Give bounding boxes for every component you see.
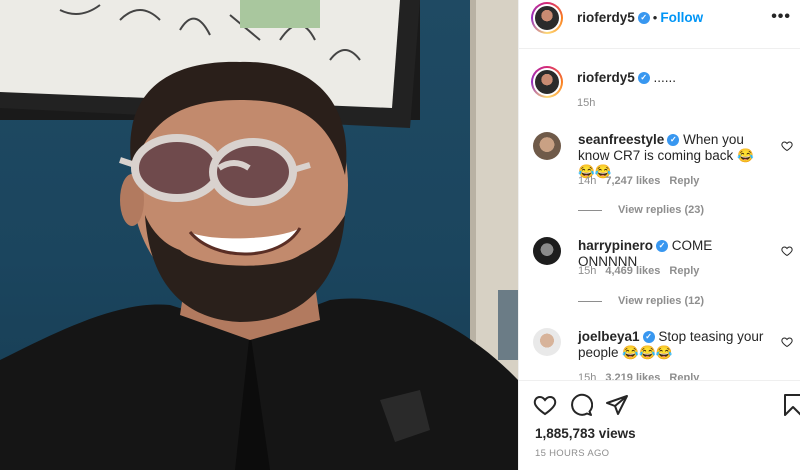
comment-item: seanfreestyle ✓ When you know CR7 is comi… xyxy=(519,128,800,220)
post-action-bar: 1,885,783 views 15 HOURS AGO xyxy=(519,380,800,470)
verified-badge-icon: ✓ xyxy=(656,240,669,253)
post-video[interactable] xyxy=(0,0,518,470)
author-avatar[interactable] xyxy=(531,2,563,34)
video-frame-illustration xyxy=(0,0,518,470)
heart-icon[interactable] xyxy=(781,245,793,257)
reply-button[interactable]: Reply xyxy=(669,265,699,277)
caption-line: rioferdy5 ✓ ...... xyxy=(577,70,676,85)
replies-line xyxy=(578,300,602,302)
verified-badge-icon: ✓ xyxy=(667,134,680,147)
comment-meta: 15h 4,469 likes Reply xyxy=(578,265,708,277)
author-username[interactable]: rioferdy5 xyxy=(577,10,635,25)
comment-item: harrypinero ✓ COME ONNNNN 15h 4,469 likes R… xyxy=(519,235,800,315)
commenter-username[interactable]: harrypinero xyxy=(578,238,653,253)
verified-badge-icon: ✓ xyxy=(642,331,655,344)
post-sidebar: rioferdy5 ✓ • Follow ••• rioferdy5 ✓ ...... … xyxy=(518,0,800,470)
reply-button[interactable]: Reply xyxy=(669,372,699,380)
reply-button[interactable]: Reply xyxy=(669,175,699,187)
view-replies-button[interactable]: View replies (12) xyxy=(578,295,704,307)
separator-dot: • xyxy=(652,10,658,25)
commenter-avatar[interactable] xyxy=(533,132,561,160)
caption-text: ...... xyxy=(653,70,677,85)
comment-likes[interactable]: 3,219 likes xyxy=(605,372,660,380)
heart-icon[interactable] xyxy=(781,140,793,152)
heart-icon[interactable] xyxy=(533,393,557,417)
caption-time: 15h xyxy=(577,97,596,109)
comment-icon[interactable] xyxy=(569,393,593,417)
verified-badge-icon: ✓ xyxy=(637,72,650,85)
comment-meta: 15h 3,219 likes Reply xyxy=(578,372,708,380)
view-replies-button[interactable]: View replies (23) xyxy=(578,204,704,216)
author-line: rioferdy5 ✓ • Follow xyxy=(577,9,703,27)
commenter-username[interactable]: seanfreestyle xyxy=(578,132,664,147)
comment-body: joelbeya1 ✓ Stop teasing your people 😂😂😂 xyxy=(578,329,770,361)
replies-line xyxy=(578,209,602,211)
comments-clip: joelbeya1 ✓ Stop teasing your people 😂😂😂 … xyxy=(519,320,800,380)
comment-likes[interactable]: 7,247 likes xyxy=(605,175,660,187)
post-header: rioferdy5 ✓ • Follow ••• xyxy=(519,0,800,36)
post-timestamp[interactable]: 15 HOURS AGO xyxy=(535,448,609,459)
share-icon[interactable] xyxy=(605,393,629,417)
comment-likes[interactable]: 4,469 likes xyxy=(605,265,660,277)
commenter-username[interactable]: joelbeya1 xyxy=(578,329,640,344)
commenter-avatar[interactable] xyxy=(533,237,561,265)
view-replies-label: View replies (12) xyxy=(618,295,705,307)
comment-body: seanfreestyle ✓ When you know CR7 is comi… xyxy=(578,132,770,180)
verified-badge-icon: ✓ xyxy=(637,11,650,24)
caption-author-avatar[interactable] xyxy=(531,66,563,98)
heart-icon[interactable] xyxy=(781,336,793,348)
comment-meta: 14h 7,247 likes Reply xyxy=(578,175,708,187)
follow-button[interactable]: Follow xyxy=(660,10,703,25)
comment-time: 15h xyxy=(578,265,597,277)
caption-author-username[interactable]: rioferdy5 xyxy=(577,70,635,85)
comment-item: joelbeya1 ✓ Stop teasing your people 😂😂😂 … xyxy=(519,326,800,380)
view-replies-label: View replies (23) xyxy=(618,204,705,216)
commenter-avatar[interactable] xyxy=(533,328,561,356)
bookmark-icon[interactable] xyxy=(781,393,800,417)
more-options-icon[interactable]: ••• xyxy=(771,8,791,26)
header-divider xyxy=(519,48,800,49)
comment-time: 14h xyxy=(578,175,597,187)
views-count[interactable]: 1,885,783 views xyxy=(535,426,636,441)
comment-time: 15h xyxy=(578,372,597,380)
